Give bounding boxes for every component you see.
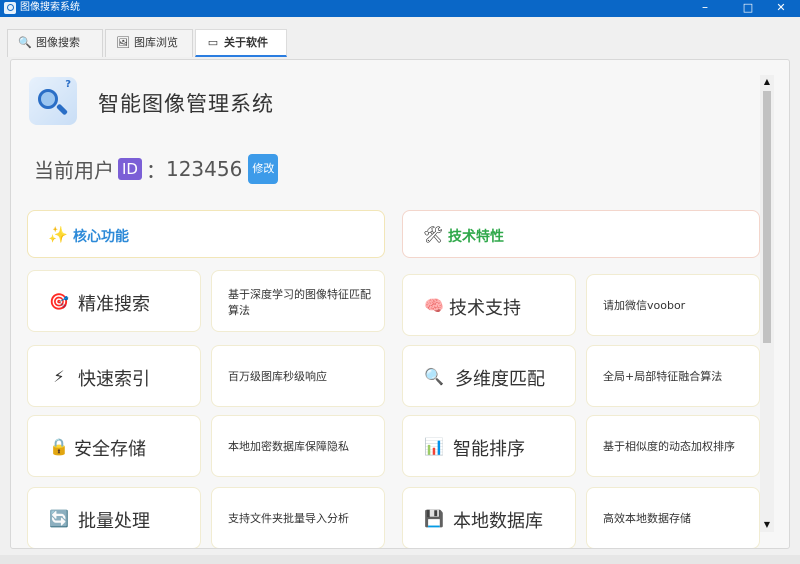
feature-title: 智能排序 [453,439,525,460]
user-separator: ： [145,158,166,183]
app-icon [4,2,16,14]
bar-chart-icon: 📊 [424,437,444,456]
feature-description: 基于相似度的动态加权排序 [603,440,735,453]
feature-card-support: 🧠 技术支持 [402,274,576,336]
feature-card-secure-storage: 🔒 安全存储 [27,415,201,477]
feature-card-local-db: 💾 本地数据库 [402,487,576,548]
scroll-down-arrow-icon[interactable]: ▼ [760,518,774,532]
feature-card-smart-sort: 📊 智能排序 [402,415,576,477]
scrollbar-thumb[interactable] [763,91,771,343]
scroll-up-arrow-icon[interactable]: ▲ [760,75,774,89]
user-id-value: 123456 [165,157,243,181]
feature-card-batch: 🔄 批量处理 [27,487,201,548]
refresh-icon: 🔄 [49,509,69,528]
about-panel: ? 智能图像管理系统 当前用户 ID ：123456 修改 ✨ 核心功能 🎯 精准搜索… [10,59,790,549]
lightning-icon: ⚡ [53,367,65,386]
core-features-title: 核心功能 [73,229,129,245]
floppy-disk-icon: 💾 [424,509,444,528]
feature-description: 百万级图库秒级响应 [228,370,327,383]
feature-description: 全局+局部特征融合算法 [603,370,723,383]
edit-user-button[interactable]: 修改 [248,154,279,184]
feature-card-multi-match: 🔍 多维度匹配 [402,345,576,407]
magnifier-icon: 🔍 [424,367,444,386]
tech-features-title: 技术特性 [448,229,504,245]
feature-desc-card: 请加微信voobor [586,274,760,336]
tab-label: 图库浏览 [134,36,178,49]
feature-description: 高效本地数据存储 [603,512,691,525]
feature-title: 批量处理 [78,511,150,532]
feature-card-precise-search: 🎯 精准搜索 [27,270,201,332]
user-label: 当前用户 [34,158,114,183]
image-gallery-icon: 🖼 [116,36,130,49]
page-title: 智能图像管理系统 [98,92,274,116]
target-icon: 🎯 [49,292,69,311]
search-icon: 🔍 [18,36,32,49]
info-book-icon: ▭ [207,36,219,49]
feature-desc-card: 全局+局部特征融合算法 [586,345,760,407]
tab-label: 图像搜索 [36,36,80,49]
feature-title: 技术支持 [449,298,521,319]
core-features-header: ✨ 核心功能 [27,210,385,258]
id-badge: ID [118,158,142,180]
tab-gallery[interactable]: 🖼 图库浏览 [105,29,193,57]
feature-title: 多维度匹配 [455,369,545,390]
feature-desc-card: 支持文件夹批量导入分析 [211,487,385,548]
tools-icon: 🛠 [423,225,444,244]
tech-features-header: 🛠 技术特性 [402,210,760,258]
feature-title: 精准搜索 [78,294,150,315]
close-button[interactable]: ✕ [762,0,800,17]
feature-desc-card: 基于深度学习的图像特征匹配算法 [211,270,385,332]
tab-image-search[interactable]: 🔍 图像搜索 [7,29,103,57]
window-title: 图像搜索系统 [20,2,80,13]
window-titlebar: 图像搜索系统 – □ ✕ [0,0,800,17]
feature-description: 基于深度学习的图像特征匹配算法 [228,288,371,317]
sparkle-icon: ✨ [48,225,68,244]
vertical-scrollbar[interactable]: ▲ ▼ [760,75,774,532]
minimize-button[interactable]: – [686,0,724,17]
current-user-row: 当前用户 ID ：123456 修改 [34,154,279,184]
feature-description: 本地加密数据库保障隐私 [228,440,349,453]
feature-card-fast-index: ⚡ 快速索引 [27,345,201,407]
feature-title: 快速索引 [78,369,150,390]
tab-bar: 🔍 图像搜索 🖼 图库浏览 ▭ 关于软件 [0,17,800,57]
feature-desc-card: 本地加密数据库保障隐私 [211,415,385,477]
feature-description: 支持文件夹批量导入分析 [228,512,349,525]
app-logo: ? [29,77,77,125]
tab-about[interactable]: ▭ 关于软件 [195,29,287,57]
status-strip [0,555,800,564]
feature-desc-card: 高效本地数据存储 [586,487,760,548]
feature-desc-card: 百万级图库秒级响应 [211,345,385,407]
feature-description: 请加微信voobor [603,299,686,312]
feature-desc-card: 基于相似度的动态加权排序 [586,415,760,477]
feature-title: 安全存储 [74,439,146,460]
feature-title: 本地数据库 [453,511,543,532]
tab-label: 关于软件 [224,36,268,49]
brain-icon: 🧠 [424,296,444,315]
lock-icon: 🔒 [49,437,69,456]
